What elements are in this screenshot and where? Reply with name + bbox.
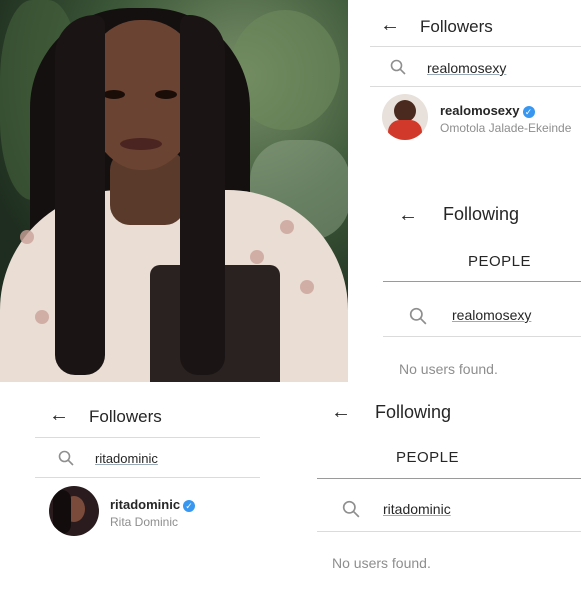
tab-people[interactable]: PEOPLE xyxy=(396,449,459,466)
tab-people[interactable]: PEOPLE xyxy=(468,253,531,270)
full-name: Rita Dominic xyxy=(110,515,179,529)
search-input[interactable]: ritadominic xyxy=(95,451,158,466)
list-item[interactable]: realomosexy ✓ Omotola Jalade-Ekeinde xyxy=(382,94,581,142)
search-icon xyxy=(409,307,427,325)
back-arrow-icon[interactable]: ← xyxy=(398,205,418,225)
search-input[interactable]: realomosexy xyxy=(427,60,506,76)
back-arrow-icon[interactable]: ← xyxy=(49,405,69,425)
header-title: Followers xyxy=(89,407,162,426)
profile-photo xyxy=(0,0,348,382)
avatar xyxy=(49,486,99,536)
empty-state-text: No users found. xyxy=(332,555,431,571)
search-icon xyxy=(390,59,406,75)
verified-badge-icon: ✓ xyxy=(183,499,196,512)
full-name: Omotola Jalade-Ekeinde xyxy=(440,121,572,135)
avatar xyxy=(382,94,428,140)
search-input[interactable]: ritadominic xyxy=(383,501,451,517)
following-panel-bottom: ← Following PEOPLE ritadominic No users … xyxy=(317,390,581,585)
header-title: Following xyxy=(443,204,520,224)
following-panel-top: ← Following PEOPLE realomosexy No users … xyxy=(383,192,581,387)
followers-panel-top: ← Followers realomosexy realomosexy ✓ Omo… xyxy=(370,0,581,180)
back-arrow-icon[interactable]: ← xyxy=(380,15,400,35)
search-input[interactable]: realomosexy xyxy=(452,307,531,323)
followers-panel-bottom: ← Followers ritadominic ritadominic ✓ Rit… xyxy=(35,393,260,548)
search-icon xyxy=(58,450,74,466)
username: ritadominic ✓ xyxy=(110,497,196,512)
empty-state-text: No users found. xyxy=(399,361,498,377)
username: realomosexy ✓ xyxy=(440,103,535,118)
verified-badge-icon: ✓ xyxy=(522,105,535,118)
list-item[interactable]: ritadominic ✓ Rita Dominic xyxy=(49,486,260,538)
back-arrow-icon[interactable]: ← xyxy=(331,402,351,422)
header-title: Following xyxy=(375,402,452,422)
header-title: Followers xyxy=(420,17,493,36)
search-icon xyxy=(342,500,360,518)
